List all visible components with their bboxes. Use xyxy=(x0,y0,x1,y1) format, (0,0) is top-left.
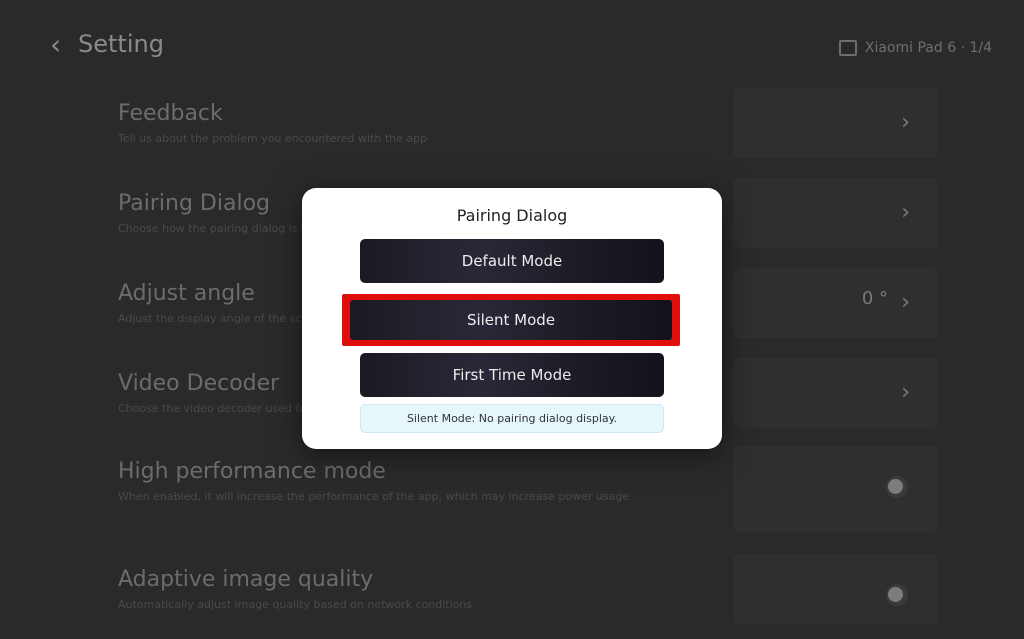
silent-mode-label: Silent Mode xyxy=(350,300,672,340)
pairing-dialog: Pairing Dialog Default Mode Silent Mode … xyxy=(302,188,722,449)
dialog-title: Pairing Dialog xyxy=(456,206,568,225)
screen: ‹ Setting Xiaomi Pad 6 · 1/4 Feedback Te… xyxy=(0,0,1024,639)
silent-mode-button[interactable]: Silent Mode xyxy=(342,294,680,346)
default-mode-button[interactable]: Default Mode xyxy=(360,239,664,283)
mode-hint: Silent Mode: No pairing dialog display. xyxy=(360,404,664,433)
first-time-mode-button[interactable]: First Time Mode xyxy=(360,353,664,397)
